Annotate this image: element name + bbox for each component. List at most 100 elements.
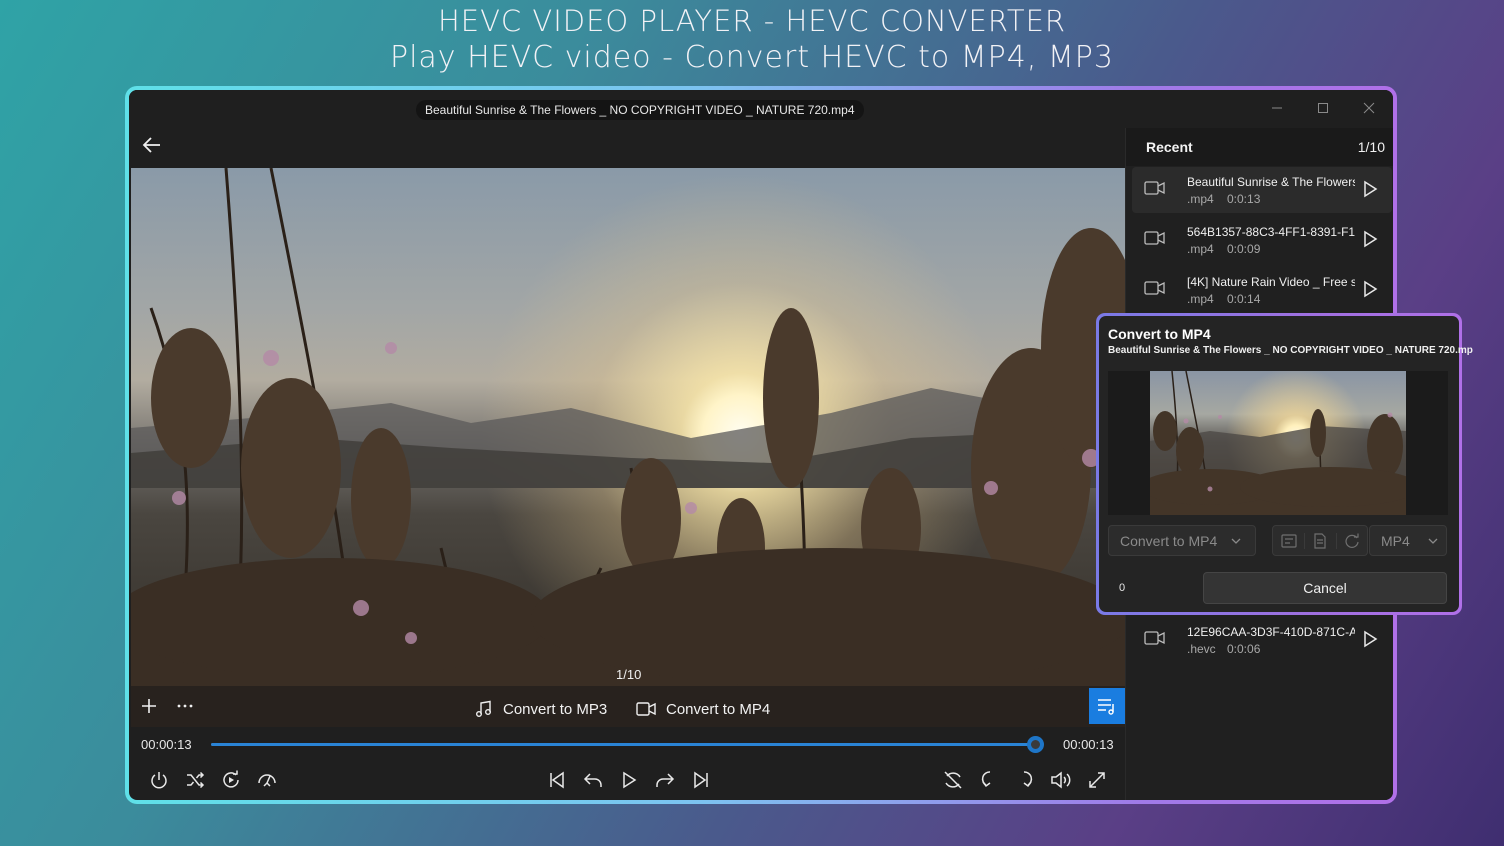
- recent-item-name: 12E96CAA-3D3F-410D-871C-A: [1187, 625, 1355, 639]
- video-camera-icon: [1144, 281, 1165, 295]
- volume-button[interactable]: [1046, 765, 1076, 795]
- title-bar: Beautiful Sunrise & The Flowers _ NO COP…: [129, 90, 1393, 128]
- recent-item-duration: 0:0:09: [1227, 242, 1261, 256]
- rewind-button[interactable]: [578, 765, 608, 795]
- video-flowers: [131, 168, 1125, 727]
- rotate-left-icon: [981, 771, 991, 788]
- conversion-progress-value: 0: [1119, 582, 1126, 594]
- recent-item-ext: .mp4: [1187, 192, 1214, 206]
- maximize-icon: [1318, 103, 1328, 113]
- convert-mp3-button[interactable]: Convert to MP3: [475, 696, 607, 722]
- back-arrow-icon: [142, 137, 160, 153]
- play-icon[interactable]: [1362, 280, 1378, 298]
- playlist-music-icon: [1098, 699, 1114, 715]
- power-button[interactable]: [144, 765, 174, 795]
- forward-button[interactable]: [650, 765, 680, 795]
- video-surface[interactable]: [131, 168, 1125, 727]
- shuffle-button[interactable]: [180, 765, 210, 795]
- subtitle-tool-button[interactable]: [1273, 533, 1304, 548]
- previous-track-button[interactable]: [542, 765, 572, 795]
- more-button[interactable]: [173, 694, 197, 718]
- recent-item[interactable]: Beautiful Sunrise & The Flowers _ NO COP…: [1132, 167, 1392, 213]
- convert-mode-select[interactable]: Convert to MP4: [1108, 525, 1256, 556]
- volume-icon: [1051, 771, 1071, 789]
- rotate-off-icon: [944, 771, 962, 789]
- recent-item-duration: 0:0:06: [1227, 642, 1261, 656]
- rotate-icon: [1345, 533, 1359, 548]
- recent-item-name: 564B1357-88C3-4FF1-8391-F1E2: [1187, 225, 1355, 239]
- video-toolbar-overlay: [131, 686, 1125, 727]
- format-value: MP4: [1381, 532, 1410, 549]
- current-time: 00:00:13: [141, 737, 192, 752]
- rotate-left-button[interactable]: [974, 765, 1004, 795]
- next-track-button[interactable]: [686, 765, 716, 795]
- convert-dialog: Convert to MP4 Beautiful Sunrise & The F…: [1099, 316, 1473, 612]
- repeat-icon: [223, 770, 239, 788]
- skip-next-icon: [694, 771, 708, 789]
- recent-item-ext: .mp4: [1187, 242, 1214, 256]
- total-time: 00:00:13: [1063, 737, 1114, 752]
- play-icon[interactable]: [1362, 230, 1378, 248]
- plus-icon: [142, 699, 156, 713]
- rotate-tool-button[interactable]: [1335, 532, 1367, 549]
- cancel-button[interactable]: Cancel: [1203, 572, 1447, 604]
- convert-mode-value: Convert to MP4: [1120, 532, 1218, 549]
- seek-thumb[interactable]: [1027, 736, 1044, 753]
- fullscreen-button[interactable]: [1082, 765, 1112, 795]
- auto-rotate-off-button[interactable]: [938, 765, 968, 795]
- dialog-tool-group: [1272, 525, 1368, 556]
- fullscreen-icon: [1089, 772, 1105, 788]
- speed-button[interactable]: [252, 765, 282, 795]
- chevron-down-icon: [1428, 538, 1438, 544]
- dialog-thumbnail: [1150, 371, 1406, 515]
- recent-item-duration: 0:0:13: [1227, 192, 1261, 206]
- undo-arrow-icon: [583, 773, 602, 787]
- convert-dialog-frame: Convert to MP4 Beautiful Sunrise & The F…: [1096, 313, 1473, 615]
- minimize-button[interactable]: [1255, 96, 1299, 120]
- playlist-toggle-button[interactable]: [1089, 688, 1125, 724]
- rotate-right-button[interactable]: [1010, 765, 1040, 795]
- recent-item-name: [4K] Nature Rain Video _ Free stock: [1187, 275, 1355, 289]
- convert-mp4-label: Convert to MP4: [666, 700, 771, 718]
- add-button[interactable]: [137, 694, 161, 718]
- close-button[interactable]: [1347, 96, 1391, 120]
- play-icon[interactable]: [1362, 180, 1378, 198]
- maximize-button[interactable]: [1301, 96, 1345, 120]
- dialog-filename: Beautiful Sunrise & The Flowers _ NO COP…: [1108, 345, 1473, 356]
- seek-bar[interactable]: [211, 736, 1044, 753]
- headline-line2: Play HEVC video - Convert HEVC to MP4, M…: [390, 40, 1114, 75]
- power-icon: [151, 772, 167, 789]
- recent-item-duration: 0:0:14: [1227, 292, 1261, 306]
- music-note-icon: [476, 700, 491, 717]
- recent-item[interactable]: 12E96CAA-3D3F-410D-871C-A .hevc 0:0:06: [1132, 617, 1392, 663]
- recent-item-ext: .mp4: [1187, 292, 1214, 306]
- minimize-icon: [1272, 107, 1282, 109]
- back-button[interactable]: [135, 128, 169, 162]
- speed-gauge-icon: [258, 774, 276, 787]
- recent-item[interactable]: [4K] Nature Rain Video _ Free stock .mp4…: [1132, 267, 1392, 313]
- recent-item-name: Beautiful Sunrise & The Flowers _ NO COP…: [1187, 175, 1355, 189]
- play-icon: [623, 771, 637, 789]
- video-camera-icon: [1144, 231, 1165, 245]
- recent-title: Recent: [1146, 139, 1193, 155]
- seek-row: 00:00:13 00:00:13: [129, 727, 1125, 761]
- redo-arrow-icon: [656, 773, 675, 787]
- headline-line1: HEVC VIDEO PLAYER - HEVC CONVERTER: [437, 4, 1067, 38]
- play-icon[interactable]: [1362, 630, 1378, 648]
- convert-mp4-button[interactable]: Convert to MP4: [636, 696, 770, 722]
- convert-mp3-label: Convert to MP3: [503, 700, 608, 718]
- chevron-down-icon: [1231, 538, 1241, 544]
- format-select[interactable]: MP4: [1369, 525, 1447, 556]
- repeat-button[interactable]: [216, 765, 246, 795]
- caption-icon: [1281, 533, 1297, 548]
- more-icon: [177, 704, 193, 708]
- video-camera-icon: [1144, 181, 1165, 195]
- audio-track-tool-button[interactable]: [1304, 532, 1335, 549]
- video-camera-icon: [1144, 631, 1165, 645]
- skip-previous-icon: [550, 771, 564, 789]
- recent-item[interactable]: 564B1357-88C3-4FF1-8391-F1E2 .mp4 0:0:09: [1132, 217, 1392, 263]
- seek-progress: [211, 743, 1035, 746]
- control-bar: [129, 761, 1125, 800]
- recent-count: 1/10: [1357, 139, 1385, 155]
- play-button[interactable]: [614, 765, 644, 795]
